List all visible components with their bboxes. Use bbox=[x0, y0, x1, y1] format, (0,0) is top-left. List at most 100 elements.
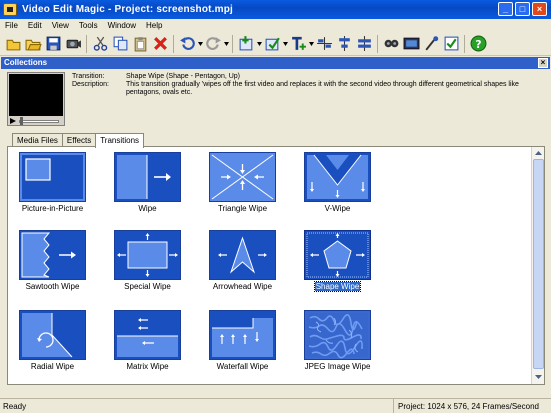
transition-tile[interactable]: V-Wipe bbox=[298, 149, 388, 223]
status-text: Ready bbox=[3, 401, 27, 411]
transitions-grid: Picture-in-Picture Wipe Triangle Wipe V-… bbox=[8, 147, 532, 384]
special-wipe-icon bbox=[114, 230, 181, 280]
preview-screen bbox=[9, 74, 63, 116]
transition-label: Radial Wipe bbox=[30, 362, 75, 371]
tab-effects[interactable]: Effects bbox=[61, 133, 97, 147]
transition-label: Triangle Wipe bbox=[217, 204, 268, 213]
new-project-icon[interactable] bbox=[3, 34, 23, 54]
window-title: Video Edit Magic - Project: screenshot.m… bbox=[22, 4, 234, 15]
transition-tile[interactable]: JPEG Image Wipe bbox=[298, 307, 388, 381]
description-label: Description: bbox=[72, 81, 109, 88]
transition-tile[interactable]: Radial Wipe bbox=[13, 307, 103, 381]
v-wipe-icon bbox=[304, 152, 371, 202]
collection-tabs: Media Files Effects Transitions bbox=[12, 133, 145, 148]
menu-window[interactable]: Window bbox=[103, 21, 141, 30]
transition-label: Transition: bbox=[72, 73, 105, 80]
title-bar: Video Edit Magic - Project: screenshot.m… bbox=[0, 0, 551, 19]
transition-label: Sawtooth Wipe bbox=[25, 282, 80, 291]
cut-icon[interactable] bbox=[90, 34, 110, 54]
copy-icon[interactable] bbox=[110, 34, 130, 54]
voice-icon[interactable] bbox=[421, 34, 441, 54]
check-icon[interactable] bbox=[441, 34, 461, 54]
redo-icon[interactable] bbox=[203, 34, 223, 54]
transition-label: Wipe bbox=[138, 204, 157, 213]
transition-tile[interactable]: Matrix Wipe bbox=[108, 307, 198, 381]
transition-label: Shape Wipe bbox=[313, 281, 362, 292]
transition-label: V-Wipe bbox=[324, 204, 351, 213]
paste-icon[interactable] bbox=[130, 34, 150, 54]
open-project-icon[interactable] bbox=[23, 34, 43, 54]
save-icon[interactable] bbox=[43, 34, 63, 54]
waterfall-wipe-icon bbox=[209, 310, 276, 360]
transition-tile[interactable]: Wipe bbox=[108, 149, 198, 223]
transitions-grid-panel: Picture-in-Picture Wipe Triangle Wipe V-… bbox=[7, 146, 545, 385]
toolbar: ? bbox=[0, 32, 551, 56]
split-icon[interactable] bbox=[354, 34, 374, 54]
collections-header: Collections × bbox=[1, 57, 550, 69]
close-button[interactable]: × bbox=[532, 2, 547, 16]
toolbar-separator bbox=[377, 34, 378, 53]
transition-info: Transition: Shape Wipe (Shape - Pentagon… bbox=[72, 73, 542, 97]
transition-tile-selected[interactable]: Shape Wipe bbox=[298, 227, 388, 301]
panel-close-button[interactable]: × bbox=[538, 58, 548, 68]
transition-label: Picture-in-Picture bbox=[21, 204, 84, 213]
status-bar: Ready Project: 1024 x 576, 24 Frames/Sec… bbox=[0, 398, 551, 413]
transition-tile[interactable]: Triangle Wipe bbox=[203, 149, 293, 223]
preview-seek-handle[interactable] bbox=[20, 117, 23, 125]
toolbar-separator bbox=[173, 34, 174, 53]
shape-wipe-icon bbox=[304, 230, 371, 280]
toolbar-separator bbox=[464, 34, 465, 53]
menu-edit[interactable]: Edit bbox=[23, 21, 47, 30]
description-value: This transition gradually 'wipes off the… bbox=[126, 81, 519, 96]
transition-value: Shape Wipe (Shape - Pentagon, Up) bbox=[126, 73, 241, 80]
redo-dropdown-icon[interactable] bbox=[223, 34, 229, 54]
scroll-down-arrow-icon[interactable] bbox=[533, 372, 544, 382]
transition-label: Matrix Wipe bbox=[126, 362, 169, 371]
menu-help[interactable]: Help bbox=[141, 21, 167, 30]
app-icon[interactable] bbox=[3, 3, 17, 16]
menu-file[interactable]: File bbox=[0, 21, 23, 30]
transition-tile[interactable]: Picture-in-Picture bbox=[13, 149, 103, 223]
transition-tile[interactable]: Special Wipe bbox=[108, 227, 198, 301]
tab-transitions[interactable]: Transitions bbox=[95, 133, 145, 148]
scrollbar-thumb[interactable] bbox=[533, 159, 544, 369]
transition-label: JPEG Image Wipe bbox=[304, 362, 371, 371]
sawtooth-wipe-icon bbox=[19, 230, 86, 280]
jpeg-image-wipe-icon bbox=[304, 310, 371, 360]
delete-icon[interactable] bbox=[150, 34, 170, 54]
maximize-button[interactable]: □ bbox=[515, 2, 530, 16]
svg-text:?: ? bbox=[475, 38, 481, 51]
menu-tools[interactable]: Tools bbox=[74, 21, 103, 30]
transition-tile[interactable]: Sawtooth Wipe bbox=[13, 227, 103, 301]
transition-label: Special Wipe bbox=[124, 282, 171, 291]
minimize-button[interactable]: _ bbox=[498, 2, 513, 16]
transition-tile[interactable]: Waterfall Wipe bbox=[203, 307, 293, 381]
scroll-up-arrow-icon[interactable] bbox=[533, 148, 544, 158]
transition-label: Waterfall Wipe bbox=[216, 362, 269, 371]
wipe-icon bbox=[114, 152, 181, 202]
add-clip-icon[interactable] bbox=[236, 34, 256, 54]
menu-bar: File Edit View Tools Window Help bbox=[0, 19, 551, 32]
play-icon[interactable] bbox=[10, 118, 16, 124]
preview-seek-track[interactable] bbox=[19, 120, 59, 123]
radial-wipe-icon bbox=[19, 310, 86, 360]
project-info: Project: 1024 x 576, 24 Frames/Second bbox=[393, 398, 551, 413]
transition-label: Arrowhead Wipe bbox=[212, 282, 273, 291]
tab-media-files[interactable]: Media Files bbox=[12, 133, 63, 147]
add-text-icon[interactable] bbox=[288, 34, 308, 54]
capture-icon[interactable] bbox=[63, 34, 83, 54]
toolbar-separator bbox=[232, 34, 233, 53]
align-left-icon[interactable] bbox=[314, 34, 334, 54]
align-center-icon[interactable] bbox=[334, 34, 354, 54]
undo-icon[interactable] bbox=[177, 34, 197, 54]
arrowhead-wipe-icon bbox=[209, 230, 276, 280]
record-icon[interactable] bbox=[381, 34, 401, 54]
help-icon[interactable]: ? bbox=[468, 34, 488, 54]
vertical-scrollbar[interactable] bbox=[531, 147, 544, 384]
edit-clip-icon[interactable] bbox=[262, 34, 282, 54]
transition-tile[interactable]: Arrowhead Wipe bbox=[203, 227, 293, 301]
collections-title: Collections bbox=[4, 58, 48, 67]
window-controls: _ □ × bbox=[498, 2, 547, 16]
preview-icon[interactable] bbox=[401, 34, 421, 54]
menu-view[interactable]: View bbox=[47, 21, 74, 30]
